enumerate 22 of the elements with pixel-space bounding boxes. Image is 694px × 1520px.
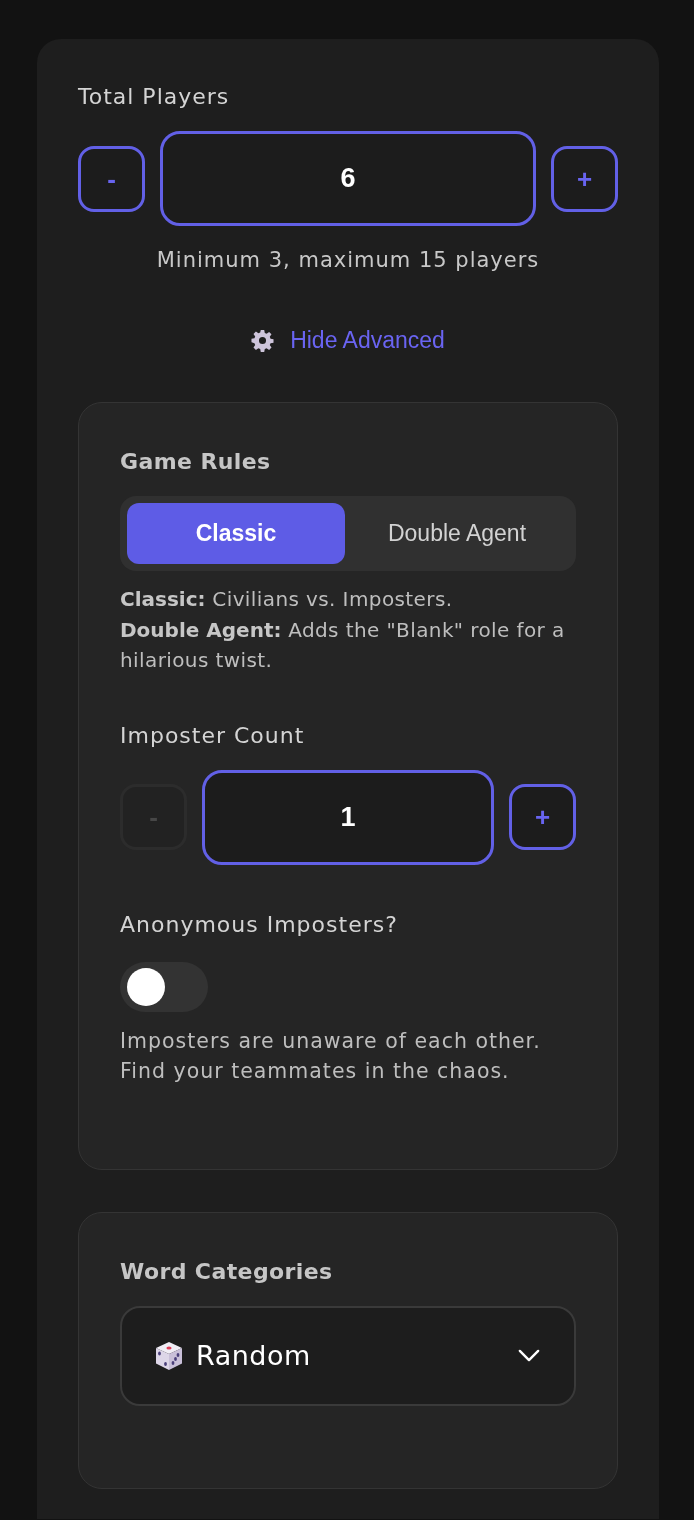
chevron-down-icon bbox=[518, 1349, 540, 1362]
rule-description: Double Agent: Adds the "Blank" role for a hilarious twist. bbox=[120, 616, 566, 674]
range-hint: Minimum 3, maximum 15 players bbox=[155, 247, 541, 274]
mode-tab[interactable]: Classic bbox=[127, 503, 345, 564]
decrement-button[interactable]: - bbox=[78, 145, 145, 212]
count-field[interactable]: 6 bbox=[160, 131, 536, 226]
hide-advanced-link[interactable]: Hide Advanced bbox=[251, 325, 445, 355]
section-title: Game Rules bbox=[120, 448, 272, 476]
field-label: Imposter Count bbox=[120, 721, 306, 750]
count-field[interactable]: 1 bbox=[202, 769, 494, 865]
increment-button[interactable]: + bbox=[509, 784, 576, 850]
increment-button[interactable]: + bbox=[551, 145, 618, 212]
field-label: Total Players bbox=[78, 83, 231, 111]
field-label: Anonymous Imposters? bbox=[120, 910, 399, 939]
toggle-switch[interactable] bbox=[120, 961, 208, 1012]
dice-icon bbox=[155, 1340, 183, 1371]
mode-tab[interactable]: Double Agent bbox=[345, 503, 569, 564]
gear-icon bbox=[251, 328, 275, 352]
section-title: Word Categories bbox=[120, 1257, 334, 1286]
rule-description: Classic: Civilians vs. Imposters. bbox=[120, 586, 454, 613]
category-select[interactable]: Random bbox=[120, 1305, 576, 1406]
toggle-description: Imposters are unaware of each other. Find your teammates in the chaos. bbox=[120, 1027, 542, 1085]
